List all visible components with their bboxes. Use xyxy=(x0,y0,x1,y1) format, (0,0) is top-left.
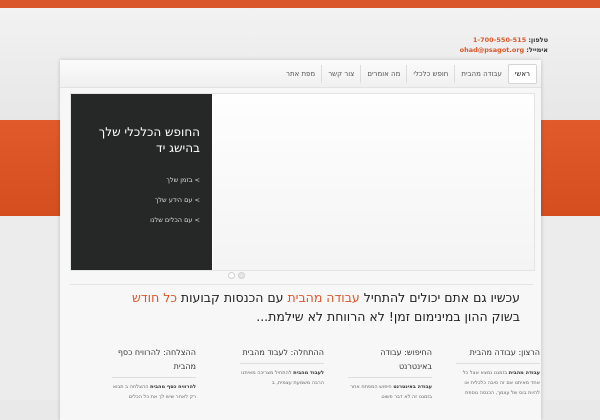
headline-text: עכשיו גם אתם יכולים להתחיל xyxy=(359,290,520,305)
main-navigation: ראשי עבודה מהבית חופש כלכלי מה אומרים צו… xyxy=(60,60,541,88)
email-line: אימייל: ohad@psagot.org xyxy=(288,45,548,55)
column-divider xyxy=(456,363,540,364)
slider-dot-2[interactable] xyxy=(238,272,245,279)
slide-caption: החופש הכלכלי שלך בהישג יד > בזמן שלך > ע… xyxy=(71,94,212,270)
slide-bullet: > עם הידע שלך xyxy=(154,196,200,204)
slider-pagination xyxy=(228,272,245,279)
main-headline: עכשיו גם אתם יכולים להתחיל עבודה מהבית ע… xyxy=(70,288,520,326)
column-title: החיפוש: עבודה באינטרנט xyxy=(380,348,432,371)
nav-item-financial-freedom[interactable]: חופש כלכלי xyxy=(406,64,454,83)
phone-label: טלפון: xyxy=(528,36,548,44)
contact-info: טלפון: 1-700-550-515 אימייל: ohad@psagot… xyxy=(288,35,548,55)
column-text: עבודה מהבית בזמננו נמצא אצל כל אחד מאיתנ… xyxy=(456,368,540,398)
headline-highlight: עבודה מהבית xyxy=(287,290,360,305)
hero-slider[interactable]: החופש הכלכלי שלך בהישג יד > בזמן שלך > ע… xyxy=(70,93,535,271)
email-label: אימייל: xyxy=(526,46,548,54)
column-lead[interactable]: עבודה מהבית xyxy=(509,370,540,376)
column-lead[interactable]: להרוויח כסף מהבית xyxy=(150,384,196,390)
column-divider xyxy=(348,377,432,378)
slider-dot-1[interactable] xyxy=(228,272,235,279)
section-divider xyxy=(70,284,533,285)
column-title: הרצון: עבודה מהבית xyxy=(469,348,540,357)
slide-bullet: > בזמן שלך xyxy=(166,176,200,184)
column-text: לעבוד מהבית להתחיל מצריכה מאיתנו הרבה מש… xyxy=(240,368,324,388)
nav-item-testimonials[interactable]: מה אומרים xyxy=(360,64,406,83)
slide-bullet: > עם הכלים שלנו xyxy=(150,216,200,224)
column-lead[interactable]: עבודה באינטרנט xyxy=(393,384,432,390)
nav-item-home[interactable]: ראשי xyxy=(507,63,537,84)
column-text: להרוויח כסף מהבית ההצלחה ב תבוא רק לאחר … xyxy=(112,382,196,402)
feature-column-search: החיפוש: עבודה באינטרנט עבודה באינטרנט חי… xyxy=(348,346,432,402)
column-divider xyxy=(240,363,324,364)
nav-item-sitemap[interactable]: מפת אתר xyxy=(280,65,321,83)
headline-highlight: כל חודש xyxy=(132,290,177,305)
column-divider xyxy=(112,377,196,378)
nav-item-contact[interactable]: צור קשר xyxy=(321,64,360,83)
column-lead[interactable]: לעבוד מהבית xyxy=(293,370,324,376)
feature-column-success: ההצלחה: להרוויח כסף מהבית להרוויח כסף מה… xyxy=(112,346,196,402)
column-text: עבודה באינטרנט חיפוש המפתח אחר בזמננו זה… xyxy=(348,382,432,402)
phone-line: טלפון: 1-700-550-515 xyxy=(288,35,548,45)
phone-number[interactable]: 1-700-550-515 xyxy=(473,36,526,44)
headline-text: עם הכנסות קבועות xyxy=(176,290,288,305)
nav-item-work-from-home[interactable]: עבודה מהבית xyxy=(454,64,508,83)
slide-bullets: > בזמן שלך > עם הידע שלך > עם הכלים שלנו xyxy=(79,170,200,230)
slide-image xyxy=(213,94,534,270)
feature-column-desire: הרצון: עבודה מהבית עבודה מהבית בזמננו נמ… xyxy=(456,346,540,398)
column-title: ההתחלה: לעבוד מהבית xyxy=(242,348,324,357)
top-accent-bar xyxy=(0,0,600,8)
headline-line-2: בשוק ההון במינימום זמן! לא הרווחת לא שיל… xyxy=(256,309,520,324)
email-link[interactable]: ohad@psagot.org xyxy=(460,46,525,54)
slide-title: החופש הכלכלי שלך בהישג יד xyxy=(98,125,200,155)
feature-column-start: ההתחלה: לעבוד מהבית לעבוד מהבית להתחיל מ… xyxy=(240,346,324,388)
column-title: ההצלחה: להרוויח כסף מהבית xyxy=(117,348,196,371)
